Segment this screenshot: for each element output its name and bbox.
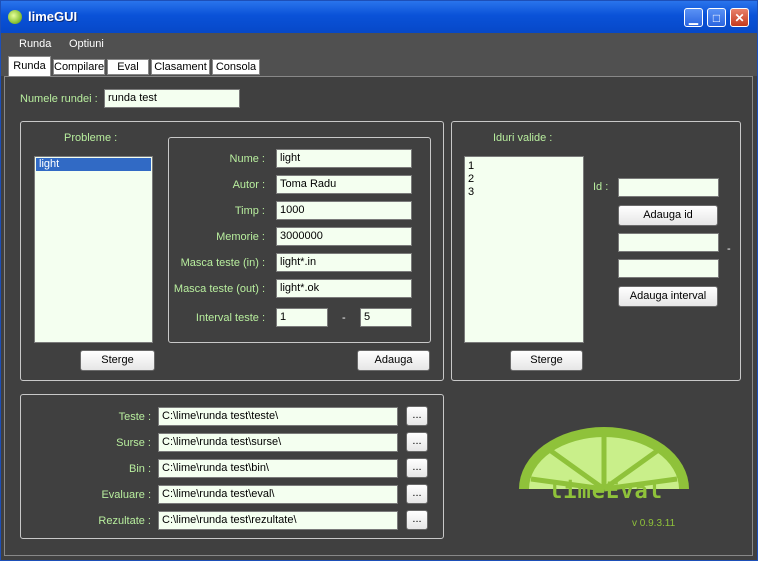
app-window: limeGUI ▁ □ ✕ Runda Optiuni Runda Compil…: [0, 0, 758, 561]
bin-path-label: Bin :: [128, 463, 151, 475]
id-label: Id :: [593, 181, 609, 193]
lime-slice-icon: [519, 427, 689, 492]
window-title: limeGUI: [28, 9, 78, 24]
valid-ids-title: Iduri valide :: [493, 132, 553, 144]
eval-path-label: Evaluare :: [101, 489, 151, 501]
browse-tests-button[interactable]: ...: [406, 406, 428, 426]
logo-text: limeEval: [549, 479, 663, 504]
close-button[interactable]: ✕: [730, 8, 749, 27]
sources-path-input[interactable]: C:\lime\runda test\surse\: [158, 433, 398, 452]
tab-consola[interactable]: Consola: [212, 59, 260, 75]
name-label: Nume :: [229, 153, 265, 165]
list-item[interactable]: 2: [465, 173, 583, 186]
author-label: Autor :: [232, 179, 265, 191]
list-item[interactable]: 3: [465, 186, 583, 199]
tests-path-input[interactable]: C:\lime\runda test\teste\: [158, 407, 398, 426]
interval-label: Interval teste :: [195, 312, 265, 324]
round-name-label: Numele rundei :: [20, 93, 98, 105]
time-label: Timp :: [234, 205, 265, 217]
menu-bar: Runda Optiuni: [1, 33, 757, 56]
bin-path-input[interactable]: C:\lime\runda test\bin\: [158, 459, 398, 478]
id-interval-from-input[interactable]: [618, 233, 719, 252]
add-interval-button[interactable]: Adauga interval: [618, 286, 718, 307]
menu-optiuni[interactable]: Optiuni: [69, 38, 104, 50]
delete-problem-button[interactable]: Sterge: [80, 350, 155, 371]
maximize-button[interactable]: □: [707, 8, 726, 27]
name-input[interactable]: light: [276, 149, 412, 168]
id-interval-to-input[interactable]: [618, 259, 719, 278]
menu-runda[interactable]: Runda: [19, 38, 51, 50]
tab-clasament[interactable]: Clasament: [151, 59, 210, 75]
interval-dash: -: [342, 312, 346, 324]
results-path-input[interactable]: C:\lime\runda test\rezultate\: [158, 511, 398, 530]
time-input[interactable]: 1000: [276, 201, 412, 220]
round-name-input[interactable]: runda test: [104, 89, 240, 108]
mask-in-input[interactable]: light*.in: [276, 253, 412, 272]
interval-to-input[interactable]: 5: [360, 308, 412, 327]
delete-id-button[interactable]: Sterge: [510, 350, 583, 371]
limeeval-logo: limeEval v 0.9.3.11: [511, 421, 697, 531]
version-label: v 0.9.3.11: [632, 518, 676, 529]
list-item[interactable]: light: [36, 158, 151, 171]
add-id-button[interactable]: Adauga id: [618, 205, 718, 226]
browse-sources-button[interactable]: ...: [406, 432, 428, 452]
mask-in-label: Masca teste (in) :: [180, 257, 265, 269]
sources-path-label: Surse :: [116, 437, 151, 449]
title-bar[interactable]: limeGUI ▁ □ ✕: [1, 1, 757, 33]
memory-label: Memorie :: [216, 231, 265, 243]
tests-path-label: Teste :: [118, 411, 151, 423]
maximize-icon: □: [712, 11, 721, 25]
id-interval-dash: -: [727, 243, 731, 255]
interval-from-input[interactable]: 1: [276, 308, 328, 327]
list-item[interactable]: 1: [465, 160, 583, 173]
browse-eval-button[interactable]: ...: [406, 484, 428, 504]
memory-input[interactable]: 3000000: [276, 227, 412, 246]
add-problem-button[interactable]: Adauga: [357, 350, 430, 371]
id-input[interactable]: [618, 178, 719, 197]
tab-strip: Runda Compilare Eval Clasament Consola: [1, 56, 757, 76]
browse-bin-button[interactable]: ...: [406, 458, 428, 478]
problems-title: Probleme :: [64, 132, 118, 144]
eval-path-input[interactable]: C:\lime\runda test\eval\: [158, 485, 398, 504]
results-path-label: Rezultate :: [98, 515, 151, 527]
mask-out-label: Masca teste (out) :: [173, 283, 265, 295]
minimize-icon: ▁: [688, 11, 699, 25]
lime-app-icon: [8, 10, 22, 24]
mask-out-input[interactable]: light*.ok: [276, 279, 412, 298]
tab-eval[interactable]: Eval: [107, 59, 149, 75]
author-input[interactable]: Toma Radu: [276, 175, 412, 194]
close-icon: ✕: [734, 11, 745, 25]
valid-ids-list[interactable]: 1 2 3: [464, 156, 584, 343]
tab-runda[interactable]: Runda: [8, 56, 51, 76]
tab-compilare[interactable]: Compilare: [53, 59, 105, 75]
minimize-button[interactable]: ▁: [684, 8, 703, 27]
problems-list[interactable]: light: [34, 156, 153, 343]
browse-results-button[interactable]: ...: [406, 510, 428, 530]
